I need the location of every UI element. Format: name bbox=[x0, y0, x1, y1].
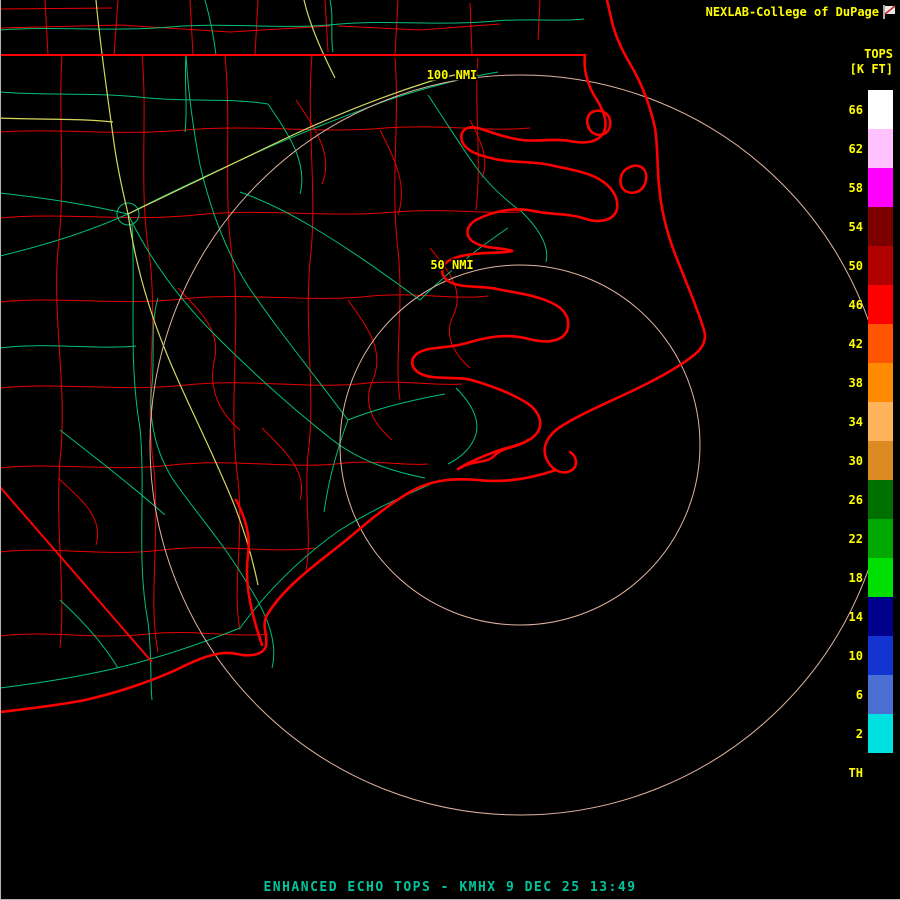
outer-banks bbox=[545, 0, 705, 472]
legend-entry-swatch bbox=[868, 129, 893, 168]
legend-entry-6: 6 bbox=[849, 675, 893, 714]
legend-entry-label: 46 bbox=[849, 298, 863, 312]
legend-entry-swatch bbox=[868, 402, 893, 441]
legend-entry-swatch bbox=[868, 168, 893, 207]
legend-entry-label: 62 bbox=[849, 142, 863, 156]
legend-entry-swatch bbox=[868, 714, 893, 753]
legend-entry-swatch bbox=[868, 324, 893, 363]
legend-entry-30: 30 bbox=[849, 441, 893, 480]
legend-entry-18: 18 bbox=[849, 558, 893, 597]
product-title: ENHANCED ECHO TOPS - KMHX 9 DEC 25 13:49 bbox=[0, 880, 900, 895]
frame-left-edge bbox=[0, 0, 1, 900]
legend-entry-label: 66 bbox=[849, 103, 863, 117]
legend-entry-label: 30 bbox=[849, 454, 863, 468]
legend-entry-label: 50 bbox=[849, 259, 863, 273]
legend-entry-label: 14 bbox=[849, 610, 863, 624]
legend-entry-34: 34 bbox=[849, 402, 893, 441]
roanoke-island bbox=[621, 166, 647, 193]
legend-entry-54: 54 bbox=[849, 207, 893, 246]
radar-screen: 100 NMI 50 NMI NEXLAB-College of DuPage … bbox=[0, 0, 900, 900]
legend-entry-50: 50 bbox=[849, 246, 893, 285]
legend-entry-label: 6 bbox=[856, 688, 863, 702]
legend-entry-label: 26 bbox=[849, 493, 863, 507]
legend-entry-46: 46 bbox=[849, 285, 893, 324]
legend-entry-2: 2 bbox=[849, 714, 893, 753]
legend-entry-swatch bbox=[868, 480, 893, 519]
south-coast bbox=[0, 470, 556, 712]
legend-entry-swatch bbox=[868, 363, 893, 402]
legend-entry-label: 42 bbox=[849, 337, 863, 351]
legend-entry-22: 22 bbox=[849, 519, 893, 558]
legend-entry-swatch bbox=[868, 753, 893, 792]
legend-entry-label: TH bbox=[849, 766, 863, 780]
county-boundaries bbox=[0, 0, 540, 652]
legend-entry-label: 38 bbox=[849, 376, 863, 390]
legend-entry-swatch bbox=[868, 636, 893, 675]
ring-label-100nmi: 100 NMI bbox=[427, 68, 478, 82]
legend-entry-swatch bbox=[868, 519, 893, 558]
legend-entry-swatch bbox=[868, 597, 893, 636]
legend-entry-62: 62 bbox=[849, 129, 893, 168]
legend-title: TOPS [K FT] bbox=[850, 47, 893, 77]
legend-entry-swatch bbox=[868, 558, 893, 597]
legend-entry-26: 26 bbox=[849, 480, 893, 519]
brand-text: NEXLAB-College of DuPage bbox=[706, 5, 879, 19]
legend-entry-TH: TH bbox=[849, 753, 893, 792]
range-ring-labels: 100 NMI 50 NMI bbox=[427, 68, 478, 272]
legend-entry-label: 10 bbox=[849, 649, 863, 663]
nexlab-logo-icon bbox=[883, 5, 896, 19]
legend-entry-label: 54 bbox=[849, 220, 863, 234]
bogue-detail bbox=[460, 440, 528, 468]
legend-entry-42: 42 bbox=[849, 324, 893, 363]
header: NEXLAB-College of DuPage bbox=[706, 5, 896, 19]
legend-entry-label: 18 bbox=[849, 571, 863, 585]
legend-entry-label: 2 bbox=[856, 727, 863, 741]
legend-title-units: TOPS bbox=[850, 47, 893, 62]
road-network bbox=[0, 0, 584, 700]
legend-title-scale: [K FT] bbox=[850, 62, 893, 77]
state-borders bbox=[0, 55, 586, 662]
legend-entry-label: 58 bbox=[849, 181, 863, 195]
legend-entry-swatch bbox=[868, 441, 893, 480]
legend-entry-66: 66 bbox=[849, 90, 893, 129]
legend-entry-swatch bbox=[868, 675, 893, 714]
legend-entry-swatch bbox=[868, 207, 893, 246]
legend-entry-38: 38 bbox=[849, 363, 893, 402]
legend-entry-label: 34 bbox=[849, 415, 863, 429]
legend-entry-label: 22 bbox=[849, 532, 863, 546]
legend-entry-58: 58 bbox=[849, 168, 893, 207]
ring-label-50nmi: 50 NMI bbox=[430, 258, 473, 272]
legend-entry-swatch bbox=[868, 246, 893, 285]
legend-entry-swatch bbox=[868, 285, 893, 324]
legend-entry-10: 10 bbox=[849, 636, 893, 675]
radar-map: 100 NMI 50 NMI bbox=[0, 0, 900, 900]
coastline bbox=[0, 0, 705, 712]
legend-entry-14: 14 bbox=[849, 597, 893, 636]
legend-entry-swatch bbox=[868, 90, 893, 129]
legend-entries: 66625854504642383430262218141062TH bbox=[849, 90, 893, 792]
